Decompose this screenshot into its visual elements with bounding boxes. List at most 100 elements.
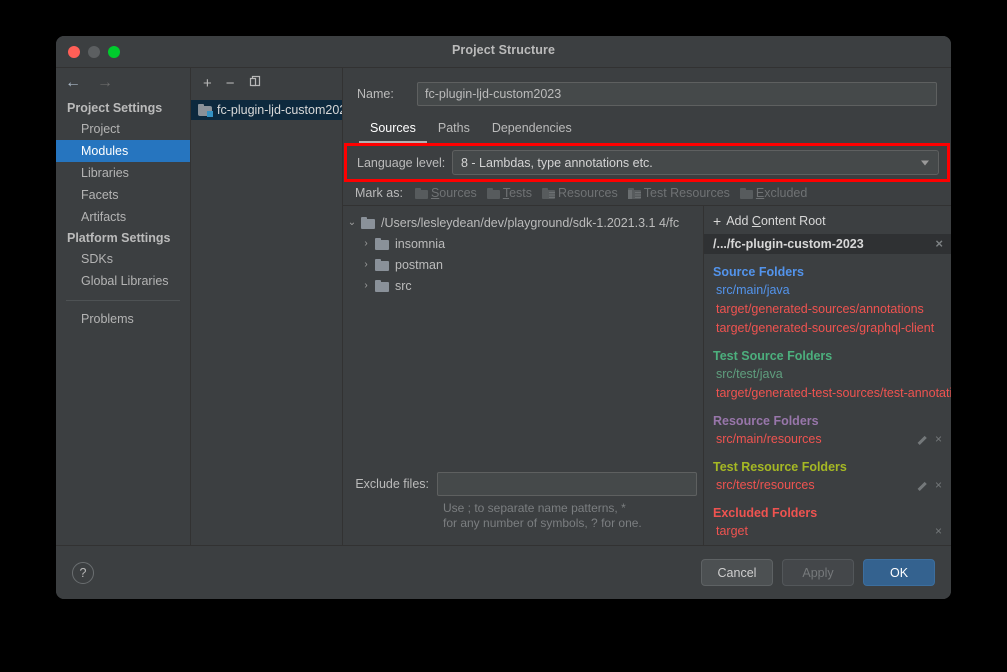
exclude-files-block: Exclude files: Use ; to separate name pa… bbox=[343, 472, 703, 545]
chevron-down-icon[interactable]: ⌄ bbox=[343, 217, 361, 228]
module-list-panel: + − fc-plugin-ljd-custom2023 bbox=[191, 68, 343, 545]
help-button[interactable]: ? bbox=[72, 562, 94, 584]
chevron-down-icon bbox=[921, 160, 929, 165]
folder-entry[interactable]: target/generated-test-sources/test-annot… bbox=[704, 384, 951, 403]
folder-path: src/main/resources bbox=[716, 430, 916, 449]
chevron-right-icon[interactable]: › bbox=[357, 238, 375, 249]
chevron-right-icon[interactable]: › bbox=[357, 259, 375, 270]
sidebar-group-platform-settings: Platform Settings bbox=[56, 228, 190, 248]
folder-entry[interactable]: src/main/resources × bbox=[704, 430, 951, 449]
module-name-row: Name: bbox=[343, 68, 951, 106]
sidebar-item-project[interactable]: Project bbox=[56, 118, 190, 140]
language-level-dropdown[interactable]: 8 - Lambdas, type annotations etc. bbox=[452, 150, 939, 175]
tree-row[interactable]: › postman bbox=[343, 254, 703, 275]
sidebar-group-project-settings: Project Settings bbox=[56, 98, 190, 118]
sidebar-item-problems[interactable]: Problems bbox=[56, 308, 190, 330]
tree-row-label: postman bbox=[395, 258, 443, 272]
folder-test-resources-icon bbox=[628, 188, 641, 199]
language-level-highlight: Language level: 8 - Lambdas, type annota… bbox=[344, 143, 950, 182]
add-content-root-label: Add Content Root bbox=[726, 214, 825, 228]
edit-folder-icon[interactable] bbox=[916, 435, 926, 445]
sources-split: ⌄ /Users/lesleydean/dev/playground/sdk-1… bbox=[343, 206, 951, 545]
copy-module-icon[interactable] bbox=[249, 75, 262, 91]
forward-arrow-icon[interactable]: → bbox=[97, 75, 113, 91]
remove-module-button[interactable]: − bbox=[226, 76, 235, 91]
section-title: Test Source Folders bbox=[704, 347, 951, 365]
chevron-right-icon[interactable]: › bbox=[357, 280, 375, 291]
add-module-button[interactable]: + bbox=[203, 76, 212, 91]
sidebar-item-modules[interactable]: Modules bbox=[56, 140, 190, 162]
remove-folder-icon[interactable]: × bbox=[935, 522, 942, 541]
remove-content-root-button[interactable]: × bbox=[935, 236, 943, 251]
window-title: Project Structure bbox=[56, 43, 951, 57]
dialog-body: ← → Project Settings Project Modules Lib… bbox=[56, 67, 951, 545]
language-level-value: 8 - Lambdas, type annotations etc. bbox=[461, 156, 653, 170]
plus-icon: + bbox=[713, 214, 721, 228]
folder-path: src/main/java bbox=[716, 281, 951, 300]
folder-entry[interactable]: src/main/java bbox=[704, 281, 951, 300]
remove-folder-icon[interactable]: × bbox=[935, 476, 942, 495]
folder-path: target/generated-sources/annotations bbox=[716, 300, 951, 319]
settings-sidebar: ← → Project Settings Project Modules Lib… bbox=[56, 68, 191, 545]
folder-entry[interactable]: src/test/java bbox=[704, 365, 951, 384]
folder-entry[interactable]: target/generated-sources/annotations bbox=[704, 300, 951, 319]
section-resource-folders: Resource Folders src/main/resources × bbox=[704, 403, 951, 449]
folder-entry[interactable]: target × bbox=[704, 522, 951, 541]
sidebar-item-libraries[interactable]: Libraries bbox=[56, 162, 190, 184]
section-test-source-folders: Test Source Folders src/test/java target… bbox=[704, 338, 951, 403]
section-title: Source Folders bbox=[704, 263, 951, 281]
sidebar-item-sdks[interactable]: SDKs bbox=[56, 248, 190, 270]
exclude-files-input[interactable] bbox=[437, 472, 697, 496]
module-list-toolbar: + − bbox=[191, 68, 342, 98]
exclude-files-hint: Use ; to separate name patterns, * for a… bbox=[343, 496, 643, 531]
tree-row[interactable]: ⌄ /Users/lesleydean/dev/playground/sdk-1… bbox=[343, 212, 703, 233]
mark-as-excluded[interactable]: Excluded bbox=[740, 186, 807, 200]
mark-as-test-resources[interactable]: Test Resources bbox=[628, 186, 730, 200]
mark-as-excluded-label: Excluded bbox=[756, 186, 807, 200]
cancel-button[interactable]: Cancel bbox=[701, 559, 773, 586]
folder-path: target bbox=[716, 522, 935, 541]
tab-dependencies[interactable]: Dependencies bbox=[481, 118, 583, 143]
tree-row-label: /Users/lesleydean/dev/playground/sdk-1.2… bbox=[381, 216, 679, 230]
ok-button[interactable]: OK bbox=[863, 559, 935, 586]
module-name-input[interactable] bbox=[417, 82, 937, 106]
tab-paths[interactable]: Paths bbox=[427, 118, 481, 143]
mark-as-tests[interactable]: Tests bbox=[487, 186, 532, 200]
mark-as-resources[interactable]: Resources bbox=[542, 186, 618, 200]
exclude-files-row: Exclude files: bbox=[343, 472, 703, 496]
sidebar-item-global-libraries[interactable]: Global Libraries bbox=[56, 270, 190, 292]
module-items: fc-plugin-ljd-custom2023 bbox=[191, 98, 342, 545]
tree-row[interactable]: › insomnia bbox=[343, 233, 703, 254]
mark-as-row: Mark as: Sources Tests Resources Test Re… bbox=[343, 182, 951, 206]
tree-row-label: src bbox=[395, 279, 412, 293]
edit-folder-icon[interactable] bbox=[916, 481, 926, 491]
sidebar-item-artifacts[interactable]: Artifacts bbox=[56, 206, 190, 228]
mark-as-label: Mark as: bbox=[355, 186, 403, 200]
apply-button[interactable]: Apply bbox=[782, 559, 854, 586]
add-content-root-button[interactable]: + Add Content Root bbox=[704, 212, 951, 234]
language-level-label: Language level: bbox=[347, 156, 452, 170]
section-title: Excluded Folders bbox=[704, 504, 951, 522]
module-folder-icon bbox=[198, 104, 212, 116]
dialog-footer: ? Cancel Apply OK bbox=[56, 545, 951, 599]
folder-entry[interactable]: src/test/resources × bbox=[704, 476, 951, 495]
sidebar-divider bbox=[66, 300, 180, 301]
project-structure-dialog: Project Structure ← → Project Settings P… bbox=[56, 36, 951, 599]
tab-sources[interactable]: Sources bbox=[359, 118, 427, 143]
folder-icon bbox=[487, 188, 500, 199]
section-test-resource-folders: Test Resource Folders src/test/resources… bbox=[704, 449, 951, 495]
content-tree: ⌄ /Users/lesleydean/dev/playground/sdk-1… bbox=[343, 206, 703, 472]
remove-folder-icon[interactable]: × bbox=[935, 430, 942, 449]
tree-row-label: insomnia bbox=[395, 237, 445, 251]
module-item[interactable]: fc-plugin-ljd-custom2023 bbox=[191, 100, 342, 120]
tree-row[interactable]: › src bbox=[343, 275, 703, 296]
back-arrow-icon[interactable]: ← bbox=[65, 75, 81, 91]
mark-as-sources[interactable]: Sources bbox=[415, 186, 477, 200]
folder-icon bbox=[375, 259, 389, 271]
sidebar-nav-arrows: ← → bbox=[56, 68, 190, 98]
folder-path: target/generated-test-sources/test-annot… bbox=[716, 384, 951, 403]
folder-path: src/test/resources bbox=[716, 476, 916, 495]
sidebar-item-facets[interactable]: Facets bbox=[56, 184, 190, 206]
folder-entry[interactable]: target/generated-sources/graphql-client bbox=[704, 319, 951, 338]
folder-icon bbox=[375, 238, 389, 250]
